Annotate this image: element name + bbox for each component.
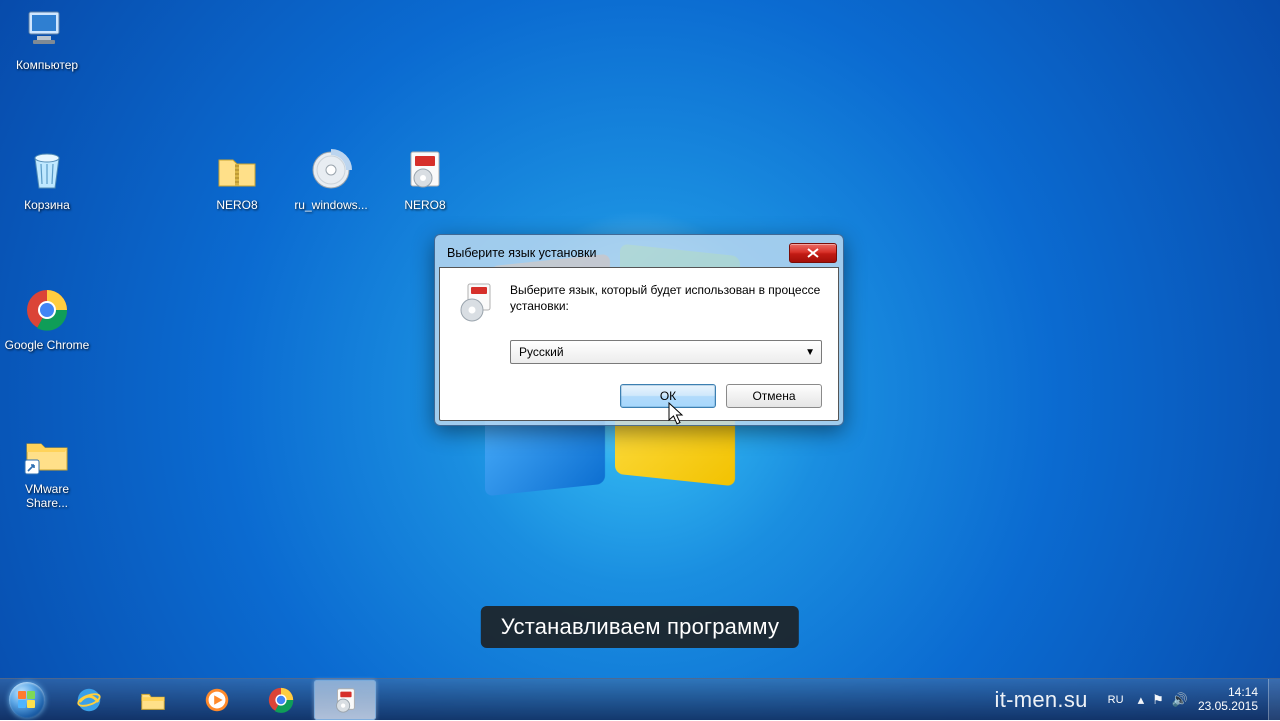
ok-button[interactable]: ОК [620, 384, 716, 408]
disc-image-icon [307, 146, 355, 194]
nero-installer-icon [330, 685, 360, 715]
dialog-titlebar[interactable]: Выберите язык установки [439, 239, 839, 267]
icon-label: NERO8 [404, 198, 445, 212]
desktop-icon-vmware-share[interactable]: VMware Share... [2, 430, 92, 511]
clock-date: 23.05.2015 [1198, 700, 1258, 714]
system-tray: it-men.su RU ▴ ⚑ 🔊 14:14 23.05.2015 [995, 679, 1269, 720]
desktop-icon-nero-zip[interactable]: NERO8 [192, 146, 282, 212]
taskbar-item-chrome[interactable] [250, 680, 312, 720]
close-icon [807, 248, 819, 258]
language-dropdown-value: Русский [519, 345, 564, 359]
tutorial-caption: Устанавливаем программу [481, 606, 799, 648]
computer-icon [23, 6, 71, 54]
folder-shortcut-icon [23, 430, 71, 478]
desktop-icon-nero-pkg[interactable]: NERO8 [380, 146, 470, 212]
zip-folder-icon [213, 146, 261, 194]
internet-explorer-icon [74, 685, 104, 715]
taskbar-clock[interactable]: 14:14 23.05.2015 [1198, 686, 1258, 714]
cancel-button[interactable]: Отмена [726, 384, 822, 408]
desktop-icon-ru-windows[interactable]: ru_windows... [286, 146, 376, 212]
taskbar-item-ie[interactable] [58, 680, 120, 720]
desktop-icon-computer[interactable]: Компьютер [2, 6, 92, 72]
show-hidden-icons-icon[interactable]: ▴ [1138, 692, 1145, 708]
chrome-icon [23, 286, 71, 334]
file-explorer-icon [138, 685, 168, 715]
close-button[interactable] [789, 243, 837, 263]
recycle-bin-icon [23, 146, 71, 194]
language-dropdown[interactable]: Русский ▼ [510, 340, 822, 364]
chevron-down-icon: ▼ [805, 347, 815, 358]
show-desktop-button[interactable] [1268, 679, 1280, 721]
clock-time: 14:14 [1198, 686, 1258, 700]
nero-installer-icon [401, 146, 449, 194]
language-select-dialog: Выберите язык установки Выберите язык, к… [434, 234, 844, 426]
desktop[interactable]: Компьютер Корзина Google Chrome VMware S… [0, 0, 1280, 720]
desktop-icon-recycle-bin[interactable]: Корзина [2, 146, 92, 212]
taskbar-item-nero-installer[interactable] [314, 680, 376, 720]
icon-label: Google Chrome [5, 338, 90, 352]
taskbar-item-media-player[interactable] [186, 680, 248, 720]
language-indicator[interactable]: RU [1104, 692, 1128, 708]
icon-label: ru_windows... [294, 198, 367, 212]
installer-icon [456, 282, 496, 322]
icon-label: VMware Share... [3, 482, 91, 511]
watermark-text: it-men.su [995, 687, 1088, 713]
desktop-icon-chrome[interactable]: Google Chrome [2, 286, 92, 352]
media-player-icon [202, 685, 232, 715]
taskbar-item-explorer[interactable] [122, 680, 184, 720]
taskbar: it-men.su RU ▴ ⚑ 🔊 14:14 23.05.2015 [0, 678, 1280, 720]
start-button[interactable] [0, 679, 54, 721]
icon-label: Корзина [24, 198, 70, 212]
action-center-icon[interactable]: ⚑ [1152, 692, 1164, 708]
icon-label: NERO8 [216, 198, 257, 212]
dialog-message: Выберите язык, который будет использован… [510, 282, 822, 322]
dialog-title: Выберите язык установки [447, 246, 597, 260]
icon-label: Компьютер [16, 58, 78, 72]
volume-icon[interactable]: 🔊 [1172, 692, 1188, 708]
chrome-icon [266, 685, 296, 715]
